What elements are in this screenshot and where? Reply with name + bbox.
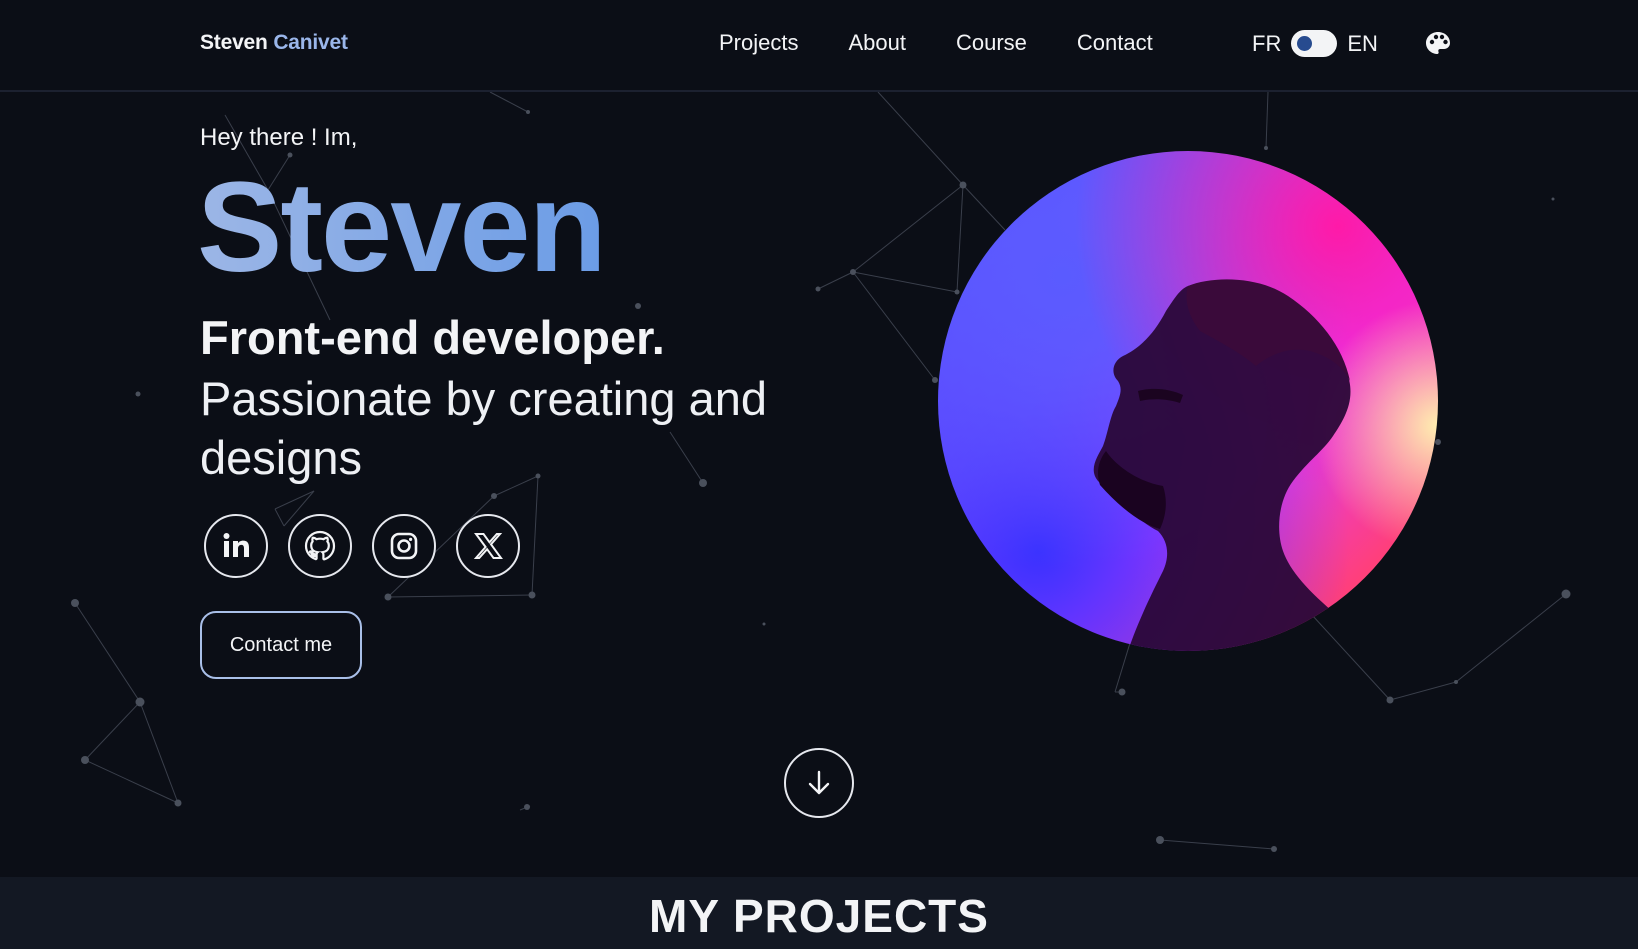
site-logo[interactable]: Steven Canivet bbox=[200, 31, 348, 55]
nav-link-about[interactable]: About bbox=[848, 30, 906, 56]
hero-greeting: Hey there ! Im, bbox=[200, 124, 358, 151]
linkedin-icon bbox=[223, 533, 249, 557]
linkedin-link[interactable] bbox=[204, 514, 268, 578]
language-switcher: FR EN bbox=[1252, 30, 1378, 57]
x-link[interactable] bbox=[456, 514, 520, 578]
palette-icon[interactable] bbox=[1424, 30, 1452, 58]
hero-tagline: Passionate by creating and designs bbox=[200, 372, 767, 484]
logo-first-name: Steven bbox=[200, 31, 268, 54]
github-link[interactable] bbox=[288, 514, 352, 578]
scroll-down-button[interactable] bbox=[784, 748, 854, 818]
github-icon bbox=[304, 530, 336, 561]
nav-link-course[interactable]: Course bbox=[956, 30, 1027, 56]
x-icon bbox=[473, 533, 503, 559]
language-toggle[interactable] bbox=[1291, 30, 1338, 57]
contact-me-button[interactable]: Contact me bbox=[200, 611, 362, 679]
instagram-link[interactable] bbox=[372, 514, 436, 578]
profile-silhouette bbox=[1093, 279, 1351, 651]
social-links bbox=[204, 514, 540, 578]
site-header: Steven Canivet Projects About Course Con… bbox=[0, 0, 1638, 92]
nav-link-projects[interactable]: Projects bbox=[719, 30, 798, 56]
portfolio-page: Steven Canivet Projects About Course Con… bbox=[0, 0, 1638, 949]
main-nav: Projects About Course Contact bbox=[719, 30, 1203, 56]
projects-section: MY PROJECTS bbox=[0, 877, 1638, 949]
hero-role: Front-end developer. bbox=[200, 311, 665, 364]
nav-link-contact[interactable]: Contact bbox=[1077, 30, 1153, 56]
hero-name: Steven bbox=[197, 156, 607, 299]
lang-label-en: EN bbox=[1347, 30, 1378, 56]
lang-label-fr: FR bbox=[1252, 30, 1282, 56]
logo-last-name: Canivet bbox=[273, 31, 348, 54]
profile-photo bbox=[938, 151, 1438, 651]
language-toggle-knob bbox=[1297, 36, 1313, 51]
projects-title: MY PROJECTS bbox=[649, 890, 989, 942]
arrow-down-icon bbox=[808, 770, 830, 795]
instagram-icon bbox=[390, 532, 418, 560]
